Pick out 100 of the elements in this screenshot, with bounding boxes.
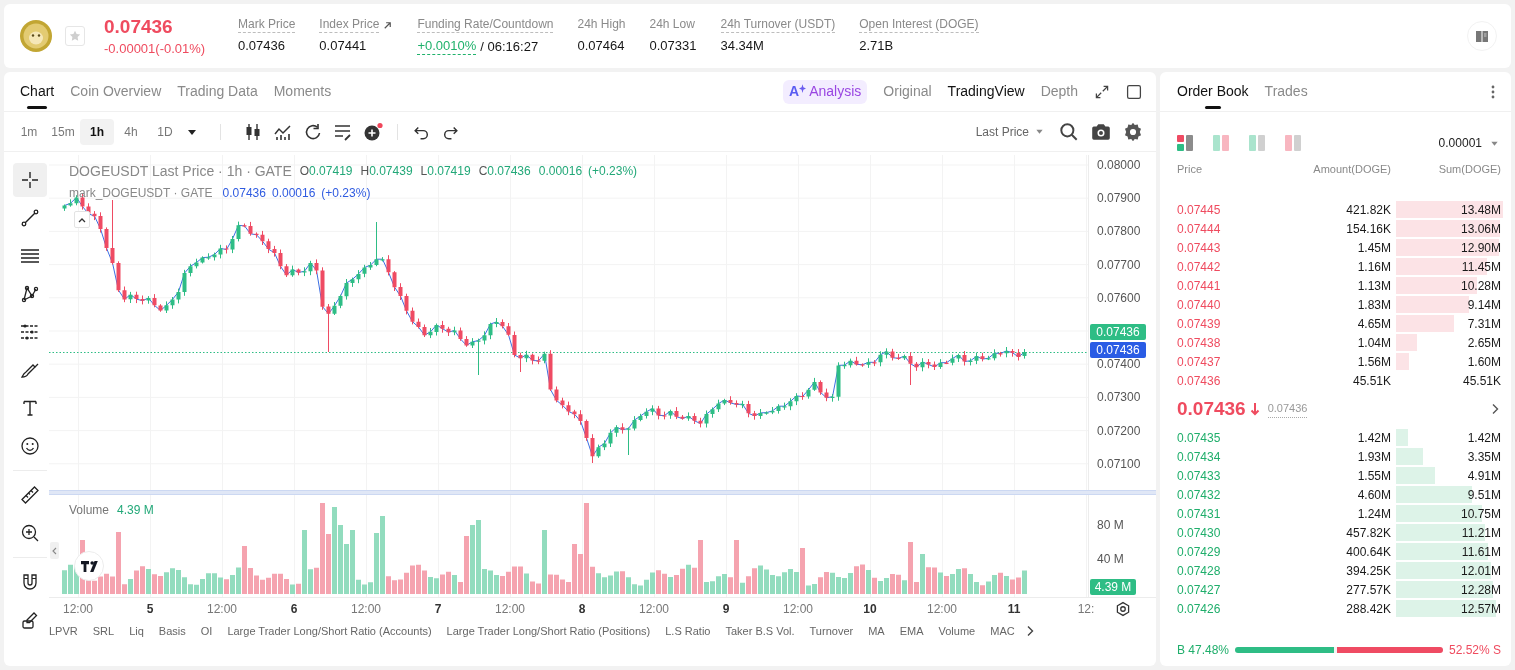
price-axis-label: 0.07100 [1097,458,1141,470]
order-price: 0.07432 [1177,486,1222,504]
indicator-tab[interactable]: Basis [158,622,186,640]
last-price: 0.07436 [1177,396,1246,421]
indicator-tab[interactable]: MA [868,622,885,640]
order-sum: 3.35M [1466,448,1501,466]
order-price: 0.07435 [1177,429,1222,447]
stat-value: 0.07464 [577,37,625,54]
interval-tab[interactable]: 4h [114,118,148,145]
price-source-dropdown[interactable]: Last Price [975,119,1044,144]
indicator-tab[interactable]: Large Trader Long/Short Ratio (Positions) [446,622,651,640]
indicator-tab[interactable]: MAC [990,622,1015,640]
column-header: Price [1177,161,1204,177]
stat-label: 24h Low [649,17,695,33]
interval-tab[interactable]: 1h [80,118,114,145]
order-price: 0.07427 [1177,581,1222,599]
chart-tab[interactable]: Chart [20,72,55,111]
indicator-tab[interactable]: Large Trader Long/Short Ratio (Accounts) [227,622,432,640]
stat-label: 24h High [577,17,626,33]
order-price: 0.07426 [1177,600,1222,618]
order-sum: 11.21M [1460,524,1501,542]
volume-title: Volume [69,502,110,519]
order-amount: 457.82K [1345,524,1391,542]
order-sum: 12.90M [1459,239,1501,257]
fibonacci-lines-icon [19,322,40,342]
order-price: 0.07433 [1177,467,1222,485]
indicator-tab[interactable]: SRL [92,622,115,640]
book-icon [1475,29,1489,43]
pattern-icon [19,284,40,304]
time-axis-label: 9 [722,602,730,616]
collapse-legend-button[interactable] [74,211,90,228]
window-square-icon[interactable] [1126,83,1142,100]
replay-icon[interactable] [303,121,323,142]
order-sum: 12.28M [1459,581,1501,599]
price-axis-label: 0.07400 [1097,358,1141,370]
order-price: 0.07429 [1177,543,1222,561]
add-circle-icon[interactable] [363,121,383,142]
indicator-tab[interactable]: Taker B.S Vol. [725,622,795,640]
coin-logo-icon [20,20,52,52]
interval-tab[interactable]: 15m [46,118,80,145]
chevron-right-icon[interactable] [1025,625,1034,637]
order-amount: 421.82K [1345,201,1391,219]
chart-title: DOGEUSDT Last Price · 1h · GATE [69,161,292,181]
mark-price-tag: 0.07436 [1090,342,1146,358]
order-amount: 1.83M [1356,296,1391,314]
order-price: 0.07438 [1177,334,1222,352]
time-axis-label: 12:00 [207,602,237,616]
chart-tab[interactable]: Moments [273,72,332,111]
indicator-tab[interactable]: EMA [899,622,924,640]
order-price: 0.07441 [1177,277,1222,295]
indicator-tab[interactable]: L.S Ratio [665,622,711,640]
order-sum: 45.51K [1461,372,1501,390]
indicator-tab[interactable]: Turnover [809,622,854,640]
chevron-right-icon[interactable] [1491,403,1499,415]
indicator-tab[interactable]: LPVR [49,622,78,640]
stat-label: 24h Turnover (USDT) [720,17,836,33]
interval-tab[interactable]: 1D [148,118,182,145]
indicator-tab[interactable]: Volume [938,622,976,640]
price-axis-label: 0.07800 [1097,225,1141,237]
view-mode-tab[interactable]: TradingView [947,79,1025,104]
hexagon-settings-icon[interactable] [1115,601,1131,617]
precision-dropdown[interactable]: 0.00001 [1438,134,1499,152]
volume-axis-label: 40 M [1097,552,1124,566]
order-price: 0.07428 [1177,562,1222,580]
drawing-tool-button[interactable] [12,163,47,197]
column-header: Sum(DOGE) [1437,161,1501,177]
chart-tab[interactable]: Trading Data [177,72,258,111]
buy-ratio: B 47.48% [1177,642,1230,659]
time-axis-label: 11 [1007,602,1021,616]
ai-analysis-tab[interactable]: A Analysis [783,79,868,104]
time-axis-label: 8 [578,602,586,616]
layout-option-icon[interactable] [1177,135,1193,151]
order-amount: 45.51K [1351,372,1391,390]
order-amount: 1.45M [1356,239,1391,257]
price-axis-label: 0.07200 [1097,425,1141,437]
indicator-tab[interactable]: Liq [129,622,144,640]
expand-icon[interactable] [1094,83,1110,100]
arrow-up-right-icon[interactable] [382,19,394,31]
collapse-panel-button[interactable] [50,542,59,559]
time-axis-label: 12: [1077,602,1095,616]
view-mode-tab[interactable]: Depth [1040,79,1078,104]
chart-tab[interactable]: Coin Overview [70,72,162,111]
indicator-tab[interactable]: OI [200,622,213,640]
ruler-icon [19,485,40,505]
order-book-tab[interactable]: Trades [1264,72,1308,111]
order-amount: 394.25K [1345,562,1391,580]
price-axis-label: 0.08000 [1097,159,1141,171]
settings-icon[interactable] [1122,120,1144,143]
order-amount: 1.55M [1356,467,1391,485]
order-price: 0.07445 [1177,201,1222,219]
stat-label: Funding Rate/Countdown [417,17,554,33]
smiley-icon [19,436,40,456]
order-sum: 11.45M [1460,258,1501,276]
order-sum: 13.48M [1459,201,1501,219]
chevron-up-icon [78,216,86,223]
order-book-tab[interactable]: Order Book [1177,72,1249,111]
search-icon[interactable] [1058,120,1080,143]
ohlc-value: O0.07419 [299,163,353,180]
view-mode-tab[interactable]: Original [883,79,932,104]
interval-tab[interactable]: 1m [12,118,46,145]
